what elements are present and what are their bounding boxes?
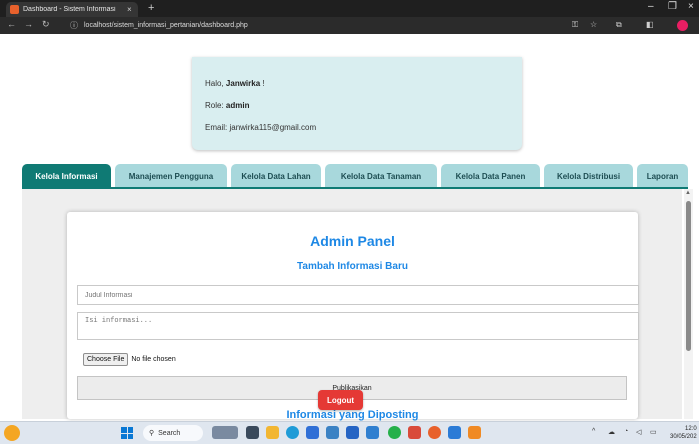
tray-chevron-icon[interactable]: ^ (592, 428, 595, 435)
tab-kelola-data-lahan[interactable]: Kelola Data Lahan (231, 164, 321, 188)
extensions-icon[interactable]: ⧉ (616, 20, 622, 30)
admin-panel: Admin Panel Tambah Informasi Baru Choose… (67, 212, 639, 421)
search-icon: ⚲ (149, 430, 155, 437)
address-bar: ← → ↻ ⓘ localhost/sistem_informasi_perta… (0, 17, 699, 34)
xampp-icon[interactable] (468, 426, 481, 439)
taskbar-search-label: Search (158, 429, 181, 437)
tab-manajemen-pengguna[interactable]: Manajemen Pengguna (115, 164, 227, 188)
cloud-icon[interactable]: ☁ (608, 428, 615, 436)
whatsapp-icon[interactable] (388, 426, 401, 439)
clock-time: 12:0 (685, 426, 697, 432)
file-status: No file chosen (131, 356, 176, 363)
url-text: localhost/sistem_informasi_pertanian/das… (84, 22, 248, 29)
url-field[interactable]: ⓘ localhost/sistem_informasi_pertanian/d… (70, 19, 630, 32)
greeting-suffix: ! (262, 79, 265, 88)
favicon-icon (10, 5, 19, 14)
scroll-thumb[interactable] (686, 201, 691, 351)
browser-tab[interactable]: Dashboard - Sistem Informasi × (6, 2, 138, 17)
word-icon[interactable] (366, 426, 379, 439)
maximize-icon[interactable]: ❐ (668, 1, 677, 12)
site-info-icon[interactable]: ⓘ (70, 20, 78, 31)
user-info-card: Halo, Janwirka ! Role: admin Email: janw… (192, 57, 522, 150)
clock-date: 30/05/202 (670, 434, 697, 440)
nav-tabs: Kelola Informasi Manajemen Pengguna Kelo… (22, 164, 688, 188)
file-explorer-icon[interactable] (266, 426, 279, 439)
mail-icon[interactable] (448, 426, 461, 439)
panel-subtitle: Tambah Informasi Baru (297, 261, 408, 272)
volume-icon[interactable]: ◁ (636, 428, 641, 436)
profile-avatar[interactable] (677, 20, 688, 31)
office-icon[interactable] (408, 426, 421, 439)
back-icon[interactable]: ← (7, 19, 16, 29)
browser-tabbar: Dashboard - Sistem Informasi × + – ❐ × (0, 0, 699, 17)
user-name: Janwirka (225, 79, 261, 88)
scroll-up-icon[interactable]: ▲ (685, 190, 691, 196)
tab-title: Dashboard - Sistem Informasi (23, 6, 116, 13)
minimize-icon[interactable]: – (648, 1, 654, 12)
role-label: Role: (205, 101, 224, 110)
vscode-icon[interactable] (346, 426, 359, 439)
email-line: Email: janwirka115@gmail.com (205, 123, 316, 132)
battery-icon[interactable]: ▭ (650, 428, 657, 436)
file-upload: Choose File No file chosen (83, 353, 176, 366)
tab-kelola-data-tanaman[interactable]: Kelola Data Tanaman (325, 164, 437, 188)
edge-icon[interactable] (286, 426, 299, 439)
isi-informasi-textarea[interactable] (77, 312, 639, 340)
tab-kelola-informasi[interactable]: Kelola Informasi (22, 164, 111, 188)
forward-icon[interactable]: → (24, 19, 33, 29)
page-scrollbar[interactable]: ▲ (684, 189, 693, 419)
choose-file-button[interactable]: Choose File (83, 353, 129, 366)
taskbar: ⚲ Search ^ ☁ ◔ ◁ ▭ 12:0 30/05/202 (0, 421, 699, 444)
clock[interactable]: 12:0 30/05/202 (670, 425, 697, 441)
email-label: Email: (205, 123, 228, 132)
posted-section-title: Informasi yang Diposting (286, 409, 419, 421)
greeting-text: Halo, (205, 79, 224, 88)
logout-button[interactable]: Logout (318, 390, 363, 410)
email-value: janwirka115@gmail.com (229, 123, 317, 132)
close-tab-icon[interactable]: × (127, 5, 132, 14)
reload-icon[interactable]: ↻ (42, 19, 50, 30)
tab-laporan[interactable]: Laporan (637, 164, 688, 188)
taskbar-search[interactable]: ⚲ Search (143, 425, 203, 441)
role-line: Role: admin (205, 101, 249, 110)
start-icon[interactable] (121, 427, 133, 439)
browser-taskbar-icon[interactable] (428, 426, 441, 439)
judul-informasi-input[interactable] (77, 285, 639, 305)
sidebar-icon[interactable]: ◧ (646, 20, 654, 29)
wifi-icon[interactable]: ◔ (624, 428, 628, 435)
panel-title: Admin Panel (310, 233, 395, 249)
chrome-like-icon[interactable] (306, 426, 319, 439)
new-tab-button[interactable]: + (148, 2, 154, 14)
greeting-line: Halo, Janwirka ! (205, 79, 265, 88)
role-value: admin (225, 101, 250, 110)
tab-kelola-data-panen[interactable]: Kelola Data Panen (441, 164, 540, 188)
task-view-icon[interactable] (246, 426, 259, 439)
weather-widget-icon[interactable] (4, 425, 20, 441)
landscape-app-icon[interactable] (212, 426, 238, 439)
tab-kelola-distribusi[interactable]: Kelola Distribusi (544, 164, 633, 188)
store-icon[interactable] (326, 426, 339, 439)
close-window-icon[interactable]: × (688, 1, 694, 12)
bookmark-star-icon[interactable]: ☆ (590, 20, 597, 29)
key-icon[interactable]: ⚿ (572, 20, 578, 30)
